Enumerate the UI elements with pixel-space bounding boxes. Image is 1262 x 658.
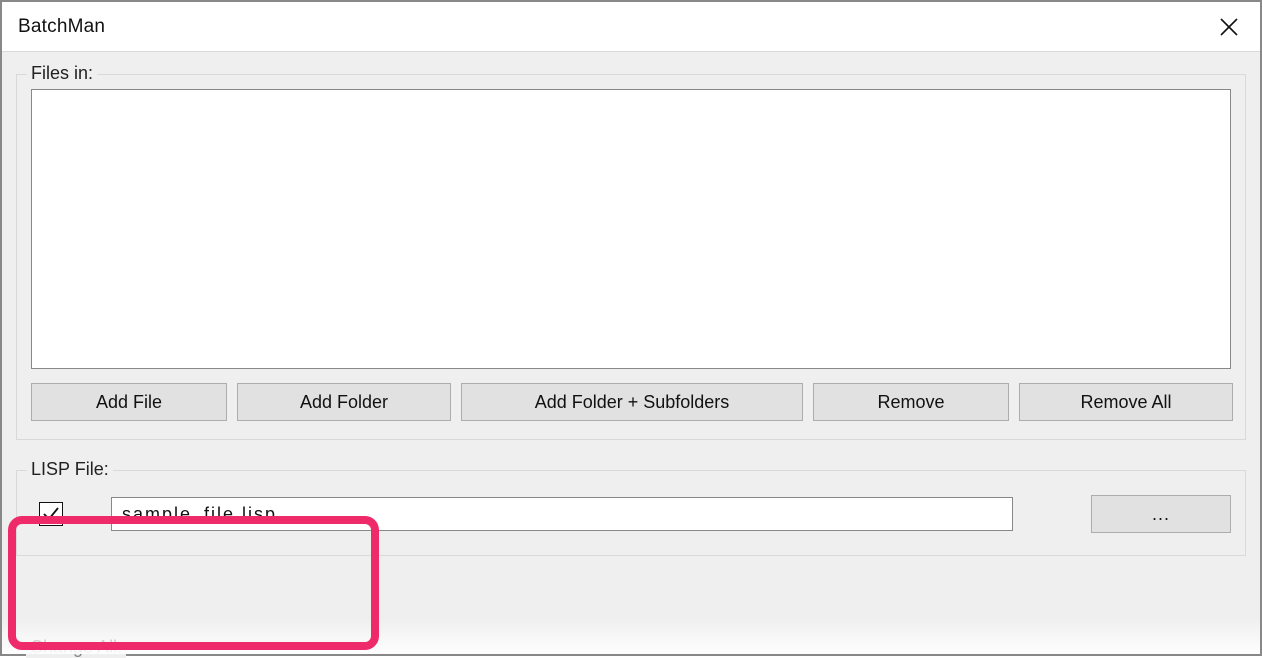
remove-button[interactable]: Remove xyxy=(813,383,1009,421)
close-icon xyxy=(1220,18,1238,36)
add-folder-button[interactable]: Add Folder xyxy=(237,383,451,421)
add-file-button[interactable]: Add File xyxy=(31,383,227,421)
content-area: Files in: Add File Add Folder Add Folder… xyxy=(2,51,1260,654)
add-folder-subfolders-button[interactable]: Add Folder + Subfolders xyxy=(461,383,803,421)
file-buttons-row: Add File Add Folder Add Folder + Subfold… xyxy=(31,383,1231,421)
files-in-label: Files in: xyxy=(27,63,97,84)
file-listbox[interactable] xyxy=(31,89,1231,369)
browse-lisp-button[interactable]: ... xyxy=(1091,495,1231,533)
change-all-label: Change All: xyxy=(26,637,126,658)
remove-all-button[interactable]: Remove All xyxy=(1019,383,1233,421)
close-button[interactable] xyxy=(1206,7,1252,47)
lisp-file-group: LISP File: ... xyxy=(16,470,1246,556)
titlebar: BatchMan xyxy=(2,2,1260,51)
lisp-enable-checkbox[interactable] xyxy=(39,502,63,526)
lisp-row: ... xyxy=(31,495,1231,533)
lisp-file-input[interactable] xyxy=(111,497,1013,531)
files-in-group: Files in: Add File Add Folder Add Folder… xyxy=(16,74,1246,440)
fade-overlay xyxy=(2,618,1260,654)
window-title: BatchMan xyxy=(18,16,105,38)
lisp-file-label: LISP File: xyxy=(27,459,113,480)
checkmark-icon xyxy=(42,505,60,523)
